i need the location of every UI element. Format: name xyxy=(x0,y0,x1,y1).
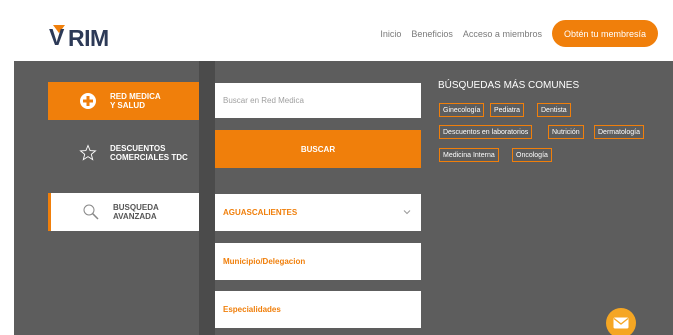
nav-link-beneficios[interactable]: Beneficios xyxy=(411,29,453,39)
vrim-logo[interactable]: V RIM xyxy=(49,19,109,51)
star-icon xyxy=(78,143,98,163)
municipality-select-value: Municipio/Delegacion xyxy=(223,257,306,266)
tag-dermatologia[interactable]: Dermatología xyxy=(594,125,645,139)
search-button[interactable]: BUSCAR xyxy=(215,130,421,168)
logo-text: RIM xyxy=(68,25,109,51)
chevron-down-icon xyxy=(403,210,411,215)
nav-link-inicio[interactable]: Inicio xyxy=(380,29,401,39)
sidebar-item-label: DESCUENTOS COMERCIALES TDC xyxy=(110,144,188,162)
envelope-icon xyxy=(613,317,629,329)
municipality-select[interactable]: Municipio/Delegacion xyxy=(215,243,421,280)
nav-link-acceso[interactable]: Acceso a miembros xyxy=(463,29,542,39)
sidebar-item-red-medica[interactable]: RED MEDICA Y SALUD xyxy=(48,82,199,120)
state-select[interactable]: AGUASCALIENTES xyxy=(215,194,421,231)
tag-oncologia[interactable]: Oncología xyxy=(512,148,552,162)
tag-descuentos-laboratorios[interactable]: Descuentos en laboratorios xyxy=(439,125,533,139)
sidebar-item-label: BUSQUEDA AVANZADA xyxy=(113,203,159,221)
state-select-value: AGUASCALIENTES xyxy=(223,208,298,217)
membership-button[interactable]: Obtén tu membresía xyxy=(551,20,658,47)
sidebar-item-label: RED MEDICA Y SALUD xyxy=(110,92,161,110)
logo-v-letter: V xyxy=(49,24,65,50)
specialty-select-value: Especialidades xyxy=(223,305,281,314)
contact-mail-button[interactable] xyxy=(606,308,636,335)
logo-mark: V xyxy=(49,24,69,50)
tag-nutricion[interactable]: Nutrición xyxy=(548,125,584,139)
magnifier-icon xyxy=(81,202,101,222)
tag-pediatra[interactable]: Pediatra xyxy=(490,103,525,117)
plus-circle-icon xyxy=(78,91,98,111)
search-panel: RED MEDICA Y SALUD DESCUENTOS COMERCIALE… xyxy=(14,61,673,335)
specialty-select[interactable]: Especialidades xyxy=(215,291,421,328)
tag-medicina-interna[interactable]: Medicina Interna xyxy=(439,148,499,162)
sidebar-item-descuentos[interactable]: DESCUENTOS COMERCIALES TDC xyxy=(48,134,199,172)
common-searches-title: BÚSQUEDAS MÁS COMUNES xyxy=(438,80,580,91)
panel-divider xyxy=(199,61,215,335)
site-header: V RIM Inicio Beneficios Acceso a miembro… xyxy=(0,0,673,61)
main-nav: Inicio Beneficios Acceso a miembros Obté… xyxy=(370,20,658,47)
sidebar-item-busqueda[interactable]: BUSQUEDA AVANZADA xyxy=(48,193,199,231)
search-input[interactable] xyxy=(215,83,421,118)
tag-dentista[interactable]: Dentista xyxy=(537,103,571,117)
tag-ginecologia[interactable]: Ginecología xyxy=(439,103,485,117)
